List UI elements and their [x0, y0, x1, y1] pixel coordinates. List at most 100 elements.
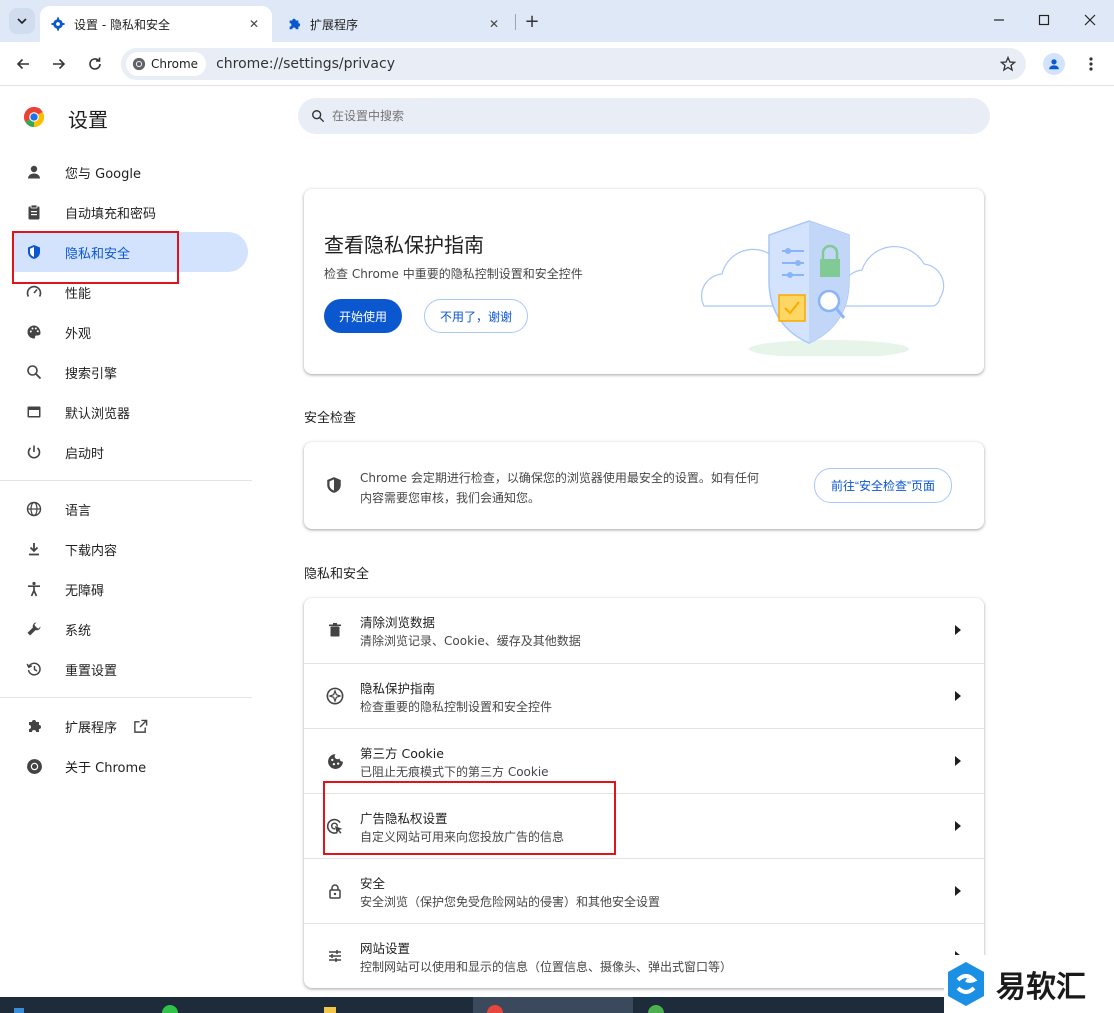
- menu-button[interactable]: [1082, 53, 1100, 75]
- row-subtitle: 检查重要的隐私控制设置和安全控件: [360, 700, 553, 714]
- close-icon[interactable]: ✕: [246, 16, 262, 32]
- sidebar-item-about-chrome[interactable]: 关于 Chrome: [12, 746, 248, 786]
- site-chip-label: Chrome: [151, 57, 199, 71]
- lock-icon: [325, 881, 345, 901]
- chevron-right-icon: [952, 689, 964, 703]
- privacy-section-heading: 隐私和安全: [304, 567, 370, 582]
- compass-icon: [325, 686, 345, 706]
- clipboard-icon: [24, 202, 44, 222]
- sidebar-item-label: 您与 Google: [65, 166, 141, 182]
- sidebar-item-label: 默认浏览器: [65, 406, 131, 422]
- row-title: 第三方 Cookie: [360, 746, 444, 761]
- arrow-left-icon: [16, 58, 29, 70]
- url-text[interactable]: chrome://settings/privacy: [216, 56, 994, 72]
- tab-search-button[interactable]: [9, 8, 35, 34]
- go-to-safety-check-button[interactable]: 前往“安全检查”页面: [814, 468, 952, 503]
- sliders-icon: [325, 946, 345, 966]
- chevron-down-icon: [17, 18, 27, 25]
- reload-button[interactable]: [83, 52, 107, 76]
- list-item-clear-browsing-data[interactable]: 清除浏览数据 清除浏览记录、Cookie、缓存及其他数据: [304, 598, 984, 663]
- row-subtitle: 控制网站可以使用和显示的信息（位置信息、摄像头、弹出式窗口等）: [360, 960, 733, 974]
- row-subtitle: 已阻止无痕模式下的第三方 Cookie: [360, 765, 549, 779]
- new-tab-button[interactable]: +: [521, 10, 543, 32]
- taskbar-item[interactable]: [636, 997, 796, 1013]
- no-thanks-button[interactable]: 不用了，谢谢: [424, 299, 529, 333]
- profile-avatar[interactable]: [1043, 53, 1065, 75]
- bookmark-button[interactable]: [994, 50, 1022, 78]
- sidebar-item-search-engine[interactable]: 搜索引擎: [12, 352, 248, 392]
- puzzle-icon: [286, 16, 302, 32]
- taskbar-item[interactable]: [310, 997, 470, 1013]
- page-title: 设置: [68, 108, 108, 132]
- safety-check-line1: Chrome 会定期进行检查，以确保您的浏览器使用最安全的设置。如有任何: [360, 471, 759, 485]
- sidebar-item-languages[interactable]: 语言: [12, 489, 248, 529]
- sidebar-item-default-browser[interactable]: 默认浏览器: [12, 392, 248, 432]
- sidebar-item-appearance[interactable]: 外观: [12, 312, 248, 352]
- taskbar: [0, 997, 944, 1013]
- minimize-button[interactable]: [986, 8, 1012, 32]
- sidebar-item-label: 扩展程序: [65, 720, 118, 736]
- chrome-icon: [132, 57, 146, 71]
- site-info-chip[interactable]: Chrome: [126, 52, 207, 76]
- sidebar-item-system[interactable]: 系统: [12, 609, 248, 649]
- more-vertical-icon: [1089, 57, 1093, 71]
- list-item-security[interactable]: 安全 安全浏览（保护您免受危险网站的侵害）和其他安全设置: [304, 858, 984, 923]
- chrome-logo-icon: [23, 106, 45, 128]
- tab-settings[interactable]: 设置 - 隐私和安全 ✕: [40, 6, 272, 42]
- sidebar-item-accessibility[interactable]: 无障碍: [12, 569, 248, 609]
- search-input[interactable]: [332, 109, 932, 123]
- sidebar-item-you-and-google[interactable]: 您与 Google: [12, 152, 248, 192]
- tab-extensions[interactable]: 扩展程序 ✕: [276, 6, 512, 42]
- power-icon: [24, 442, 44, 462]
- list-item-site-settings[interactable]: 网站设置 控制网站可以使用和显示的信息（位置信息、摄像头、弹出式窗口等）: [304, 923, 984, 988]
- sidebar-item-label: 性能: [65, 286, 92, 302]
- cookie-icon: [325, 751, 345, 771]
- row-title: 隐私保护指南: [360, 681, 436, 696]
- sidebar-item-label: 关于 Chrome: [65, 760, 147, 776]
- sidebar-item-autofill[interactable]: 自动填充和密码: [12, 192, 248, 232]
- sidebar-item-label: 自动填充和密码: [65, 206, 157, 222]
- maximize-button[interactable]: [1031, 8, 1057, 32]
- settings-search[interactable]: [298, 98, 990, 134]
- address-bar[interactable]: Chrome chrome://settings/privacy: [121, 48, 1026, 80]
- promo-description: 检查 Chrome 中重要的隐私控制设置和安全控件: [324, 267, 583, 281]
- list-item-privacy-guide[interactable]: 隐私保护指南 检查重要的隐私控制设置和安全控件: [304, 663, 984, 728]
- minimize-icon: [994, 19, 1004, 21]
- chevron-right-icon: [952, 754, 964, 768]
- browser-icon: [24, 402, 44, 422]
- highlight-annotation: [12, 231, 179, 284]
- tab-title: 扩展程序: [310, 17, 359, 32]
- sidebar-divider: [0, 480, 252, 481]
- taskbar-item[interactable]: [0, 997, 150, 1013]
- sidebar-item-label: 无障碍: [65, 583, 105, 599]
- close-icon[interactable]: ✕: [486, 16, 502, 32]
- window-close-button[interactable]: [1077, 8, 1103, 32]
- taskbar-item-active[interactable]: [473, 997, 633, 1013]
- sidebar-item-label: 下载内容: [65, 543, 118, 559]
- watermark-icon: [948, 962, 984, 1006]
- row-title: 网站设置: [360, 941, 411, 956]
- sidebar-item-on-startup[interactable]: 启动时: [12, 432, 248, 472]
- get-started-button[interactable]: 开始使用: [324, 299, 403, 333]
- gear-icon: [50, 16, 66, 32]
- search-icon: [24, 362, 44, 382]
- taskbar-item[interactable]: [150, 997, 310, 1013]
- back-button[interactable]: [11, 52, 35, 76]
- sidebar-item-downloads[interactable]: 下载内容: [12, 529, 248, 569]
- safety-check-heading: 安全检查: [304, 411, 357, 426]
- external-link-icon: [133, 719, 148, 734]
- privacy-guide-promo-card: 查看隐私保护指南 检查 Chrome 中重要的隐私控制设置和安全控件 开始使用 …: [304, 189, 984, 374]
- maximize-icon: [1038, 14, 1050, 26]
- privacy-guide-illustration: [700, 220, 945, 356]
- person-icon: [1049, 59, 1059, 70]
- wrench-icon: [24, 619, 44, 639]
- row-title: 安全: [360, 876, 386, 891]
- highlight-annotation: [323, 781, 616, 855]
- puzzle-icon: [24, 716, 44, 736]
- search-icon: [310, 108, 326, 124]
- forward-button[interactable]: [47, 52, 71, 76]
- sidebar-item-extensions[interactable]: 扩展程序: [12, 706, 248, 746]
- sidebar-item-reset[interactable]: 重置设置: [12, 649, 248, 689]
- tab-strip: 设置 - 隐私和安全 ✕ 扩展程序 ✕ +: [0, 0, 1114, 42]
- chevron-right-icon: [952, 819, 964, 833]
